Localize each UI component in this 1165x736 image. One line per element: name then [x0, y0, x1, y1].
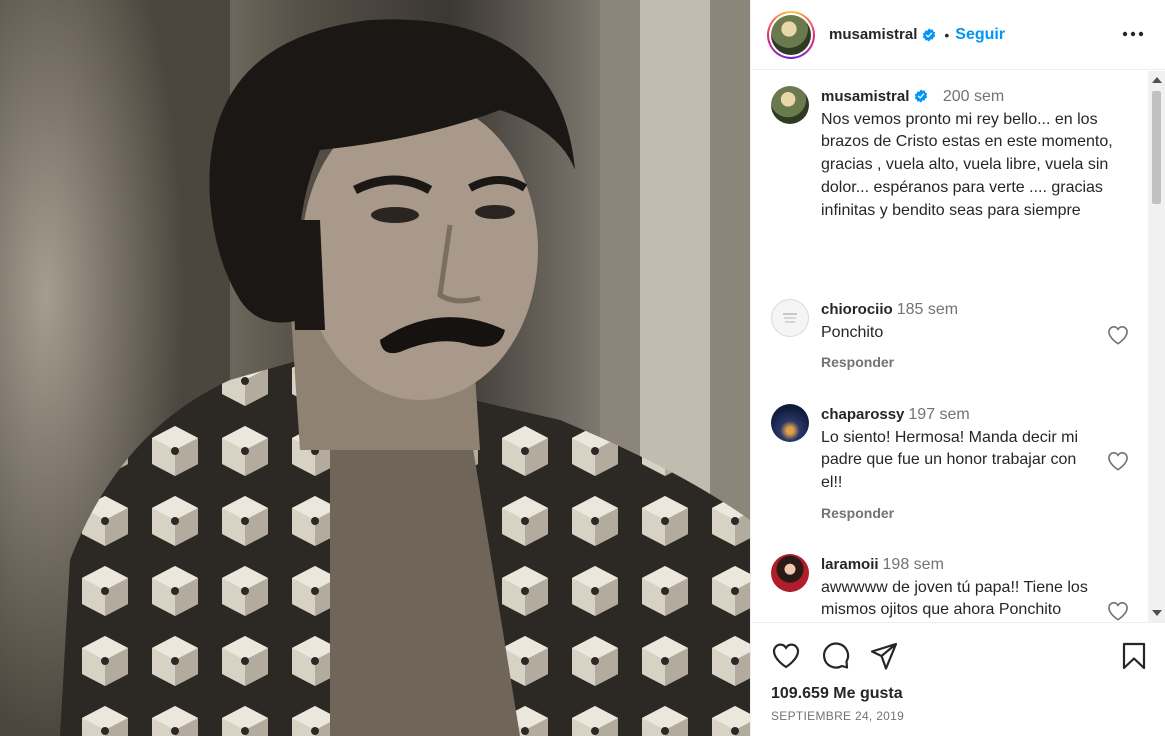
story-ring[interactable] [767, 10, 815, 59]
comment-item: chiorociio 185 sem Ponchito Responder [771, 299, 1151, 370]
likes-count[interactable]: 109.659 Me gusta [771, 685, 903, 703]
heart-icon[interactable] [1107, 451, 1129, 471]
avatar[interactable] [771, 86, 809, 124]
separator-dot: • [944, 26, 950, 43]
verified-badge-icon [915, 89, 928, 103]
post-date[interactable]: SEPTIEMBRE 24, 2019 [771, 709, 904, 723]
comment-username[interactable]: chaparossy [821, 406, 904, 423]
caption-text: Nos vemos pronto mi rey bello... en los … [821, 110, 1113, 219]
header-username[interactable]: musamistral [829, 26, 917, 43]
comment-item: chaparossy 197 sem Lo siento! Hermosa! Ma… [771, 404, 1151, 521]
comment-username[interactable]: laramoii [821, 556, 879, 573]
comment-time[interactable]: 185 sem [897, 301, 958, 318]
comments-scrollbar[interactable] [1148, 71, 1165, 622]
caption-time[interactable]: 200 sem [943, 88, 1004, 105]
avatar[interactable] [771, 404, 809, 442]
follow-button[interactable]: Seguir [955, 26, 1005, 44]
post-actions: 109.659 Me gusta SEPTIEMBRE 24, 2019 [751, 622, 1165, 736]
avatar[interactable] [771, 554, 809, 592]
comment-text: Ponchito [821, 323, 884, 341]
post-sidebar: musamistral • Seguir musamistral 200 sem… [750, 0, 1165, 736]
comments-list[interactable]: musamistral 200 sem Nos vemos pronto mi … [751, 71, 1165, 622]
comment-icon[interactable] [821, 641, 851, 671]
more-options-icon[interactable] [1120, 22, 1146, 46]
heart-icon[interactable] [1107, 325, 1129, 345]
scroll-down-arrow-icon[interactable] [1152, 610, 1162, 616]
post-photo[interactable] [0, 0, 750, 736]
scrollbar-thumb[interactable] [1152, 91, 1161, 204]
share-icon[interactable] [869, 641, 899, 671]
heart-icon[interactable] [1107, 601, 1129, 621]
post-caption: musamistral 200 sem Nos vemos pronto mi … [771, 86, 1131, 222]
comment-username[interactable]: chiorociio [821, 301, 893, 318]
heart-icon[interactable] [771, 641, 801, 671]
comment-item: laramoii 198 sem awwwww de joven tú papa!… [771, 554, 1151, 622]
reply-button[interactable]: Responder [821, 505, 1151, 521]
comment-time[interactable]: 198 sem [883, 556, 944, 573]
bookmark-icon[interactable] [1119, 641, 1149, 671]
avatar [771, 14, 811, 55]
post-header: musamistral • Seguir [751, 0, 1165, 70]
comment-time[interactable]: 197 sem [908, 406, 969, 423]
comment-text: awwwww de joven tú papa!! Tiene los mism… [821, 578, 1088, 619]
photo-illustration [0, 0, 750, 736]
avatar[interactable] [771, 299, 809, 337]
avatar-image-icon [783, 313, 797, 323]
comment-text: Lo siento! Hermosa! Manda decir mi padre… [821, 428, 1078, 492]
caption-username[interactable]: musamistral [821, 88, 909, 105]
reply-button[interactable]: Responder [821, 354, 1151, 370]
verified-badge-icon [923, 27, 936, 42]
scroll-up-arrow-icon[interactable] [1152, 77, 1162, 83]
